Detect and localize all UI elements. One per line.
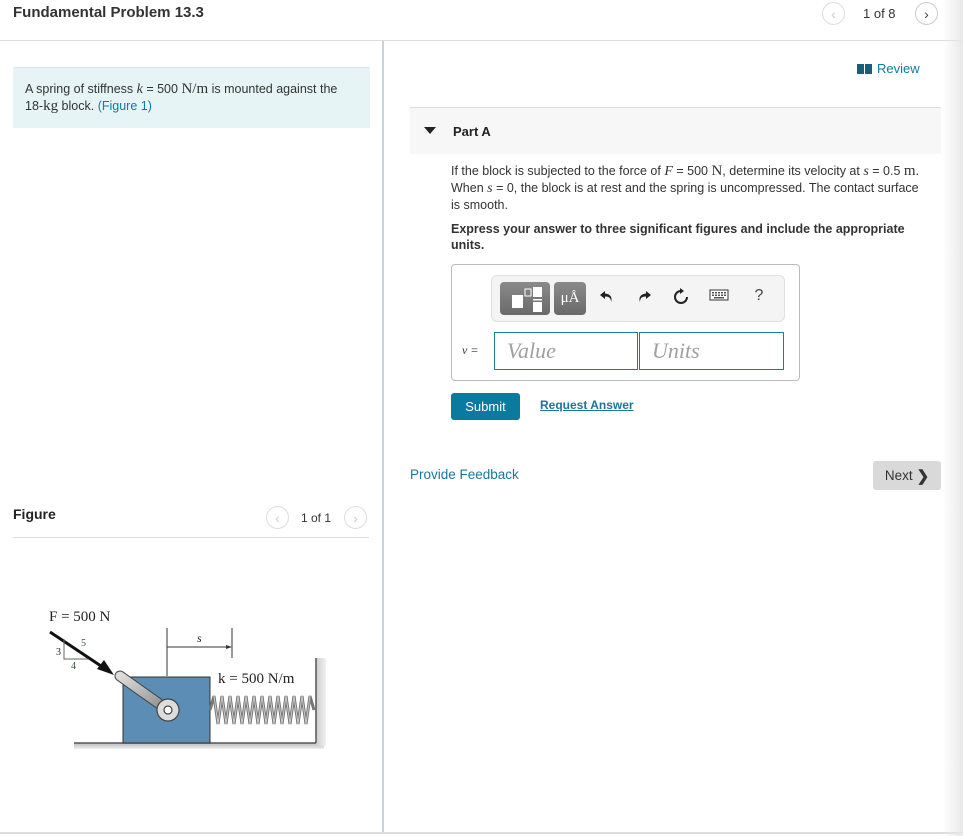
figure-title: Figure: [13, 506, 56, 522]
chevron-right-icon: ›: [353, 509, 358, 526]
fraction-template-icon: [512, 287, 542, 312]
intro-text: = 500: [142, 82, 182, 96]
newton-unit: N: [711, 163, 723, 179]
panel-divider[interactable]: [382, 41, 384, 833]
k-unit: N/m: [181, 81, 209, 97]
part-label: Part A: [453, 124, 491, 139]
intro-text: A spring of stiffness: [25, 82, 137, 96]
chevron-left-icon: ‹: [275, 509, 280, 526]
meter-unit: m: [903, 163, 916, 179]
chevron-right-icon: ❯: [916, 467, 930, 485]
figure-image: F = 500 N 3 4 5 s k = 500 N/m: [40, 600, 340, 760]
tri-label-5: 5: [81, 638, 86, 649]
book-icon: [857, 63, 872, 74]
templates-button[interactable]: [500, 282, 550, 315]
redo-icon[interactable]: [633, 288, 655, 309]
bottom-divider: [0, 832, 963, 834]
force-label: F = 500 N: [49, 609, 111, 625]
intro-text: block.: [58, 99, 98, 113]
submit-button[interactable]: Submit: [451, 393, 520, 420]
scroll-edge-shadow: [943, 0, 963, 836]
mass-unit: kg: [43, 98, 59, 114]
review-link[interactable]: Review: [857, 61, 920, 76]
provide-feedback-link[interactable]: Provide Feedback: [410, 467, 519, 482]
variable-label: v =: [462, 343, 479, 357]
undo-icon[interactable]: [596, 288, 618, 309]
question-text-segment: = 0.5: [868, 164, 904, 178]
force-symbol: F: [664, 164, 673, 179]
figure-divider: [13, 537, 369, 538]
next-problem-button[interactable]: ›: [915, 2, 938, 25]
review-label: Review: [877, 61, 920, 76]
prev-figure-button[interactable]: ‹: [266, 506, 289, 529]
next-button[interactable]: Next ❯: [873, 461, 941, 490]
units-button[interactable]: μÅ: [554, 282, 586, 315]
part-a-header[interactable]: Part A: [410, 108, 941, 154]
help-button[interactable]: ?: [748, 287, 770, 305]
answer-box: μÅ ? v = Value Units: [451, 264, 800, 381]
page-title: Fundamental Problem 13.3: [13, 4, 204, 21]
units-input[interactable]: Units: [639, 332, 784, 370]
caret-down-icon: [424, 127, 436, 134]
force-arrowhead: [97, 660, 114, 675]
question-text: If the block is subjected to the force o…: [451, 163, 931, 213]
next-label: Next: [884, 468, 913, 483]
math-toolbar: μÅ ?: [491, 275, 785, 322]
question-text-segment: = 0, the block is at rest and the spring…: [451, 181, 919, 212]
question-text-segment: If the block is subjected to the force o…: [451, 164, 665, 178]
answer-instruction: Express your answer to three significant…: [451, 222, 905, 252]
figure-pager: 1 of 1: [301, 511, 332, 525]
problem-pager: 1 of 8: [863, 6, 896, 21]
pin-hole: [163, 705, 173, 715]
chevron-right-icon: ›: [924, 5, 929, 22]
header: Fundamental Problem 13.3 ‹ 1 of 8 ›: [0, 0, 963, 41]
chevron-left-icon: ‹: [831, 5, 836, 22]
problem-intro: A spring of stiffness k = 500 N/m is mou…: [13, 67, 370, 128]
wall: [316, 658, 326, 746]
tri-label-4: 4: [71, 661, 76, 672]
reset-icon[interactable]: [670, 288, 692, 311]
question-text-segment: , determine its velocity at: [722, 164, 864, 178]
ground: [74, 743, 324, 749]
s-label: s: [197, 631, 202, 645]
question-text-segment: = 500: [672, 164, 712, 178]
prev-problem-button[interactable]: ‹: [822, 2, 845, 25]
spring-block-diagram: F = 500 N 3 4 5 s k = 500 N/m: [49, 609, 326, 749]
next-figure-button[interactable]: ›: [344, 506, 367, 529]
keyboard-icon[interactable]: [708, 288, 730, 307]
s-arrowhead: [226, 645, 232, 649]
request-answer-link[interactable]: Request Answer: [540, 398, 634, 412]
tri-label-3: 3: [56, 647, 61, 658]
value-input[interactable]: Value: [494, 332, 638, 370]
figure-link[interactable]: (Figure 1): [98, 99, 152, 113]
spring-label: k = 500 N/m: [218, 671, 295, 687]
